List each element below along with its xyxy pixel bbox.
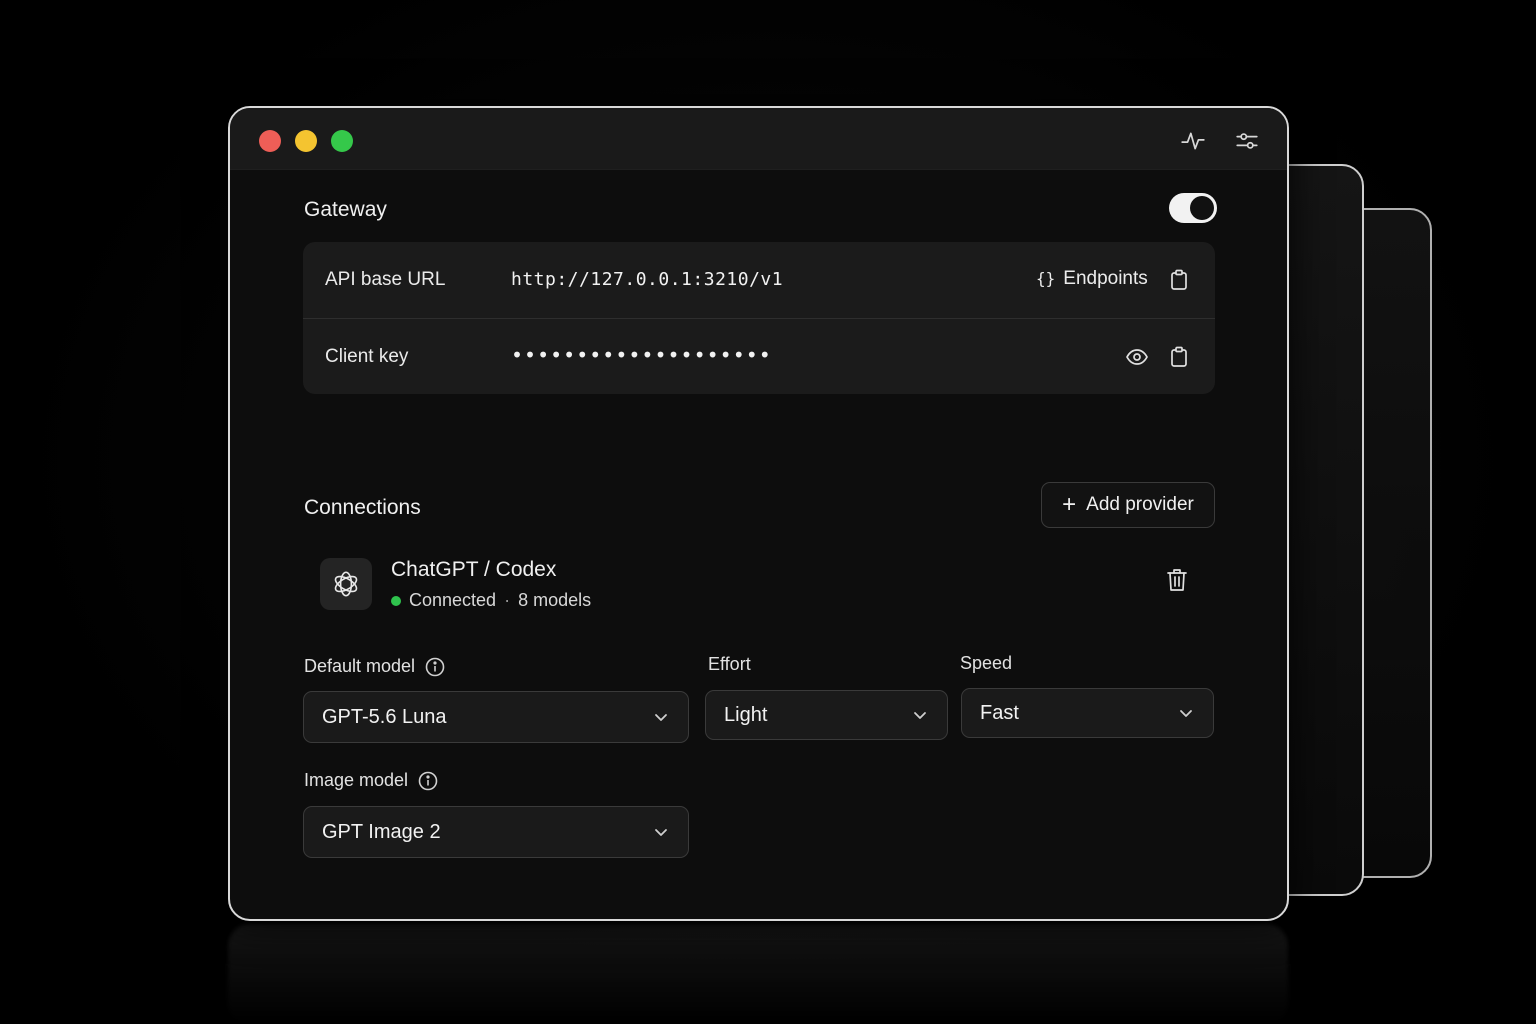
default-model-select[interactable]: GPT-5.6 Luna [303,691,689,743]
client-key-label: Client key [325,346,409,367]
api-base-url-label: API base URL [325,269,446,290]
titlebar [230,108,1287,170]
image-model-label-text: Image model [304,770,409,790]
info-icon[interactable] [418,771,438,791]
braces-icon: {} [1036,269,1056,288]
default-model-label-text: Default model [304,656,416,676]
provider-model-count: 8 models [518,590,592,610]
effort-value: Light [724,703,768,726]
client-key-value: •••••••••••••••••••• [511,343,772,367]
chevron-down-icon [652,823,670,841]
speed-label: Speed [960,653,1013,673]
image-model-label: Image model [304,770,438,791]
activity-icon[interactable] [1180,128,1206,154]
info-icon[interactable] [425,657,445,677]
image-model-value: GPT Image 2 [322,820,441,843]
speed-value: Fast [980,701,1019,724]
chevron-down-icon [652,708,670,726]
speed-select[interactable]: Fast [961,688,1214,738]
window-reflection [228,924,1288,1024]
toggle-knob [1190,196,1214,220]
api-base-url-row: API base URL http://127.0.0.1:3210/v1 {}… [303,242,1215,318]
provider-name: ChatGPT / Codex [391,558,557,581]
chevron-down-icon [911,706,929,724]
eye-icon[interactable] [1125,345,1149,369]
chevron-down-icon [1177,704,1195,722]
gateway-toggle[interactable] [1169,193,1217,223]
gateway-card: API base URL http://127.0.0.1:3210/v1 {}… [303,242,1215,394]
status-separator: · [504,590,511,610]
provider-status-text: Connected [409,590,497,610]
client-key-row: Client key •••••••••••••••••••• [303,318,1215,394]
connections-title: Connections [304,496,421,519]
minimize-window-button[interactable] [295,130,317,152]
zoom-window-button[interactable] [331,130,353,152]
endpoints-label: Endpoints [1063,268,1148,289]
effort-select[interactable]: Light [705,690,948,740]
add-provider-label: Add provider [1086,494,1194,515]
sliders-icon[interactable] [1234,128,1260,154]
copy-icon[interactable] [1167,268,1191,292]
trash-icon[interactable] [1165,567,1189,593]
openai-logo-icon [320,558,372,610]
status-dot-icon [391,595,401,606]
provider-status: Connected · 8 models [391,590,591,611]
stage: Gateway API base URL http://127.0.0.1:32… [0,0,1536,1024]
image-model-select[interactable]: GPT Image 2 [303,806,689,858]
add-provider-button[interactable]: + Add provider [1041,482,1215,528]
api-base-url-value: http://127.0.0.1:3210/v1 [511,269,784,290]
gateway-window: Gateway API base URL http://127.0.0.1:32… [228,106,1289,921]
copy-icon[interactable] [1167,345,1191,369]
default-model-value: GPT-5.6 Luna [322,705,447,728]
default-model-label: Default model [304,656,445,677]
plus-icon: + [1062,491,1077,518]
endpoints-button[interactable]: {} Endpoints [1036,268,1148,290]
gateway-title: Gateway [304,198,387,221]
effort-label: Effort [708,654,751,674]
close-window-button[interactable] [259,130,281,152]
